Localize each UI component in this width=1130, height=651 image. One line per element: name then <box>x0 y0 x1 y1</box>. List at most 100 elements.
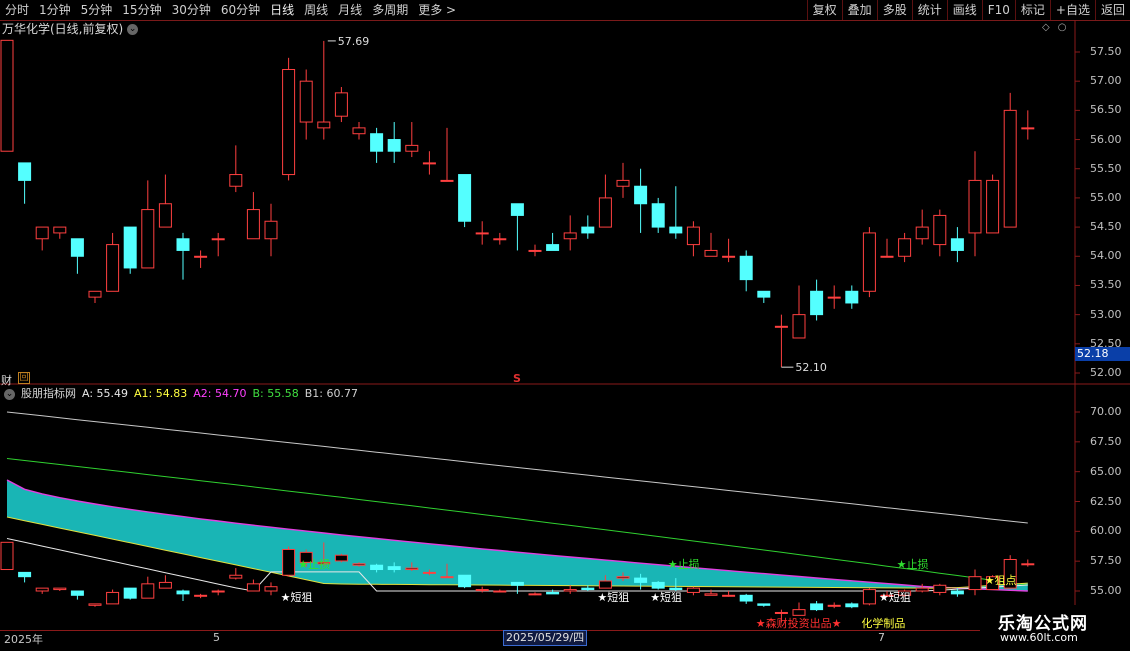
mini-body <box>581 587 595 591</box>
candle-body <box>651 203 665 228</box>
candle-body <box>757 290 771 298</box>
mini-body <box>704 593 718 596</box>
mini-body <box>88 603 102 606</box>
mini-body <box>387 566 401 571</box>
candle-body <box>950 238 964 251</box>
mini-body <box>0 541 14 571</box>
candle-body <box>528 249 542 252</box>
high-label: 57.69 <box>338 35 370 48</box>
mini-body <box>968 576 982 591</box>
line-B1 <box>6 411 1028 524</box>
mini-body <box>827 604 841 607</box>
candle-body <box>334 92 348 117</box>
time-label-july: 7 <box>878 631 885 644</box>
candle-body <box>123 226 137 269</box>
legend-B1: B1: 60.77 <box>304 387 358 400</box>
mini-body <box>53 587 67 591</box>
mini-body <box>686 587 700 593</box>
ind-tick-label: 70.00 <box>1090 405 1122 418</box>
mini-body <box>862 589 876 605</box>
indicator-name: 股朋指标网 <box>21 387 76 400</box>
candle-body <box>299 80 313 123</box>
finance-button[interactable]: 财 <box>1 372 12 388</box>
signal-label: ★短狙 <box>597 591 630 604</box>
candle-body <box>898 238 912 257</box>
mini-body <box>546 591 560 595</box>
legend-A2: A2: 54.70 <box>193 387 247 400</box>
mini-body <box>757 603 771 606</box>
mini-body <box>370 564 384 571</box>
price-tick-label: 55.00 <box>1090 190 1122 204</box>
signal-label: ★狙点 <box>984 574 1017 587</box>
candle-body <box>686 226 700 246</box>
ind-tick-label: 60.00 <box>1090 524 1122 538</box>
mini-body <box>493 590 507 593</box>
candle-body <box>1021 127 1035 130</box>
candle-body <box>282 69 296 176</box>
mini-body <box>563 589 577 592</box>
candle-body <box>880 255 894 258</box>
candle-body <box>722 255 736 258</box>
mini-body <box>510 581 524 586</box>
candle-body <box>739 255 753 281</box>
mini-body <box>246 583 260 592</box>
mini-body <box>774 611 788 614</box>
signal-label: ★止损 <box>667 558 700 571</box>
signal-label: ★止损 <box>896 558 929 571</box>
candle-body <box>933 214 947 246</box>
mini-body <box>651 581 665 589</box>
candle-body <box>510 203 524 216</box>
price-tick-label: 57.00 <box>1090 74 1122 88</box>
signal-label: ★止损 <box>298 558 331 571</box>
candle-body <box>352 127 366 135</box>
candle-body <box>475 232 489 235</box>
mini-body <box>739 594 753 602</box>
candle-body <box>669 226 683 234</box>
candle-body <box>986 179 1000 234</box>
signal-label: ★森财投资出品★ <box>755 617 842 630</box>
mini-body <box>176 590 190 595</box>
candle-body <box>229 174 243 187</box>
mini-body <box>598 580 612 589</box>
ind-tick-label: 67.50 <box>1090 434 1122 448</box>
mini-body <box>352 563 366 566</box>
price-tick-label: 57.50 <box>1090 45 1122 58</box>
ind-tick-label: 65.00 <box>1090 464 1122 478</box>
mini-body <box>70 590 84 596</box>
candle-body <box>563 232 577 240</box>
legend-A1: A1: 54.83 <box>134 387 188 400</box>
price-tick-label: 52.50 <box>1090 336 1122 350</box>
price-tick-label: 55.50 <box>1090 161 1122 175</box>
price-tick-label: 54.50 <box>1090 220 1122 234</box>
candle-body <box>634 185 648 205</box>
indicator-dropdown-icon[interactable]: ⌄ <box>4 388 15 400</box>
mini-body <box>141 583 155 599</box>
candle-body <box>968 179 982 234</box>
candle-body <box>194 255 208 258</box>
mini-body <box>810 603 824 611</box>
time-label-may: 5 <box>213 631 220 644</box>
price-tick-label: 56.00 <box>1090 132 1122 146</box>
mini-body <box>634 577 648 583</box>
candle-body <box>493 238 507 241</box>
candle-body <box>810 290 824 316</box>
mini-body <box>440 576 454 579</box>
mini-body <box>616 576 630 579</box>
candle-body <box>827 296 841 299</box>
legend-A: A: 55.49 <box>82 387 129 400</box>
chart-canvas[interactable]: 57.69 52.10 <box>0 0 1130 650</box>
candle-body <box>88 290 102 298</box>
ind-tick-label: 57.50 <box>1090 554 1122 568</box>
mini-body <box>282 548 296 576</box>
ind-tick-label: 55.00 <box>1090 584 1122 597</box>
signal-label: 化学制品 <box>861 617 906 630</box>
candle-body <box>405 144 419 152</box>
indicator-legend: A: 55.49 A1: 54.83 A2: 54.70 B: 55.58 B1: 60… <box>82 387 358 401</box>
mini-body <box>950 590 964 595</box>
mini-body <box>933 584 947 593</box>
indicator-cloud <box>7 480 1028 591</box>
mini-body <box>158 581 172 589</box>
price-tick-label: 53.50 <box>1090 278 1122 292</box>
replay-button[interactable]: 回 <box>18 372 30 384</box>
mini-body <box>915 587 929 592</box>
